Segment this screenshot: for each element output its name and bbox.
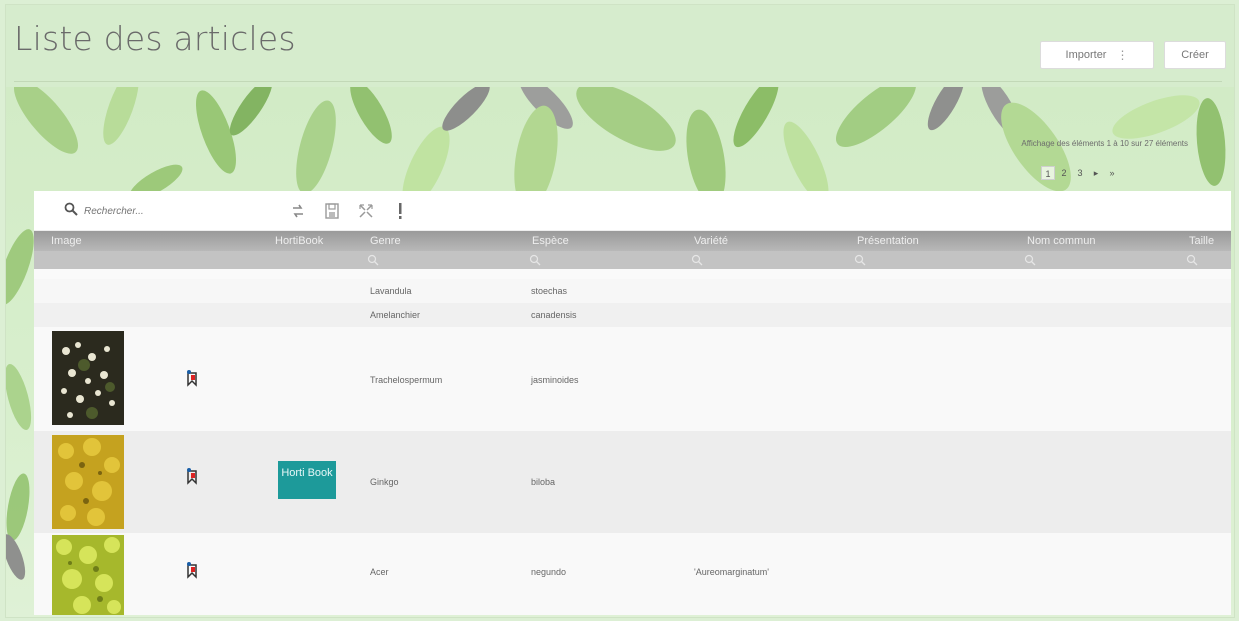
search-input[interactable]: [84, 205, 254, 217]
save-icon[interactable]: [323, 201, 341, 221]
table-row[interactable]: Horti Book Ginkgo biloba: [34, 431, 1231, 533]
column-taille[interactable]: Taille: [1186, 231, 1214, 251]
page-frame: Liste des articles Importer ⋮ Créer Affi…: [5, 4, 1235, 618]
column-espece[interactable]: Espèce: [529, 231, 569, 251]
cell-espece: jasminoides: [531, 375, 579, 385]
plant-thumbnail[interactable]: [52, 331, 124, 425]
page-title: Liste des articles: [14, 19, 296, 58]
cell-variete: 'Aureomarginatum': [694, 567, 769, 577]
page-3-button[interactable]: 3: [1073, 166, 1087, 180]
last-page-button[interactable]: »: [1105, 166, 1119, 180]
articles-table: Image HortiBook Genre Espèce Variété Pré…: [34, 191, 1231, 615]
plant-thumbnail[interactable]: [52, 535, 124, 615]
cell-espece: canadensis: [531, 310, 577, 320]
filter-search-icon[interactable]: [1024, 253, 1036, 266]
import-button[interactable]: Importer ⋮: [1040, 41, 1154, 69]
plant-thumbnail[interactable]: [52, 435, 124, 529]
hortibook-badge[interactable]: Horti Book: [278, 461, 336, 499]
table-row[interactable]: Lavandula stoechas: [34, 279, 1231, 303]
cell-genre: Acer: [370, 567, 389, 577]
column-genre[interactable]: Genre: [367, 231, 401, 251]
pagination-info: Affichage des éléments 1 à 10 sur 27 élé…: [1021, 139, 1188, 148]
more-options-icon[interactable]: [391, 201, 409, 221]
create-button[interactable]: Créer: [1164, 41, 1226, 69]
column-hortibook[interactable]: HortiBook: [272, 231, 323, 251]
table-header: Image HortiBook Genre Espèce Variété Pré…: [34, 231, 1231, 251]
filter-search-icon[interactable]: [691, 253, 703, 266]
title-divider: [14, 81, 1222, 82]
filter-search-icon[interactable]: [1186, 253, 1198, 266]
cell-genre: Lavandula: [370, 286, 412, 296]
table-row[interactable]: Acer negundo 'Aureomarginatum': [34, 533, 1231, 615]
search-box: [64, 201, 264, 221]
page-2-button[interactable]: 2: [1057, 166, 1071, 180]
expand-icon[interactable]: [357, 201, 375, 221]
cell-espece: biloba: [531, 477, 556, 487]
filter-search-icon[interactable]: [529, 253, 541, 266]
search-icon: [64, 202, 78, 221]
column-nom-commun[interactable]: Nom commun: [1024, 231, 1095, 251]
more-options-icon: ⋮: [1116, 48, 1129, 62]
filter-search-icon[interactable]: [367, 253, 379, 266]
column-presentation[interactable]: Présentation: [854, 231, 919, 251]
refresh-icon[interactable]: [289, 201, 307, 221]
filter-search-icon[interactable]: [854, 253, 866, 266]
bookmark-icon[interactable]: [184, 369, 200, 387]
import-label: Importer: [1065, 49, 1107, 61]
cell-espece: negundo: [531, 567, 567, 577]
table-row[interactable]: Amelanchier canadensis: [34, 303, 1231, 327]
table-toolbar: [34, 191, 1231, 231]
cell-genre: Trachelospermum: [370, 375, 443, 385]
toolbar-icons: [289, 201, 409, 221]
bookmark-icon[interactable]: [184, 467, 200, 485]
column-variete[interactable]: Variété: [691, 231, 728, 251]
column-image[interactable]: Image: [48, 231, 82, 251]
pagination: 1 2 3 ▸ »: [1041, 165, 1119, 181]
filter-row: [34, 251, 1231, 269]
cell-genre: Amelanchier: [370, 310, 421, 320]
create-label: Créer: [1181, 49, 1209, 61]
cell-genre: Ginkgo: [370, 477, 399, 487]
table-row[interactable]: Trachelospermum jasminoides: [34, 327, 1231, 431]
next-page-button[interactable]: ▸: [1089, 166, 1103, 180]
bookmark-icon[interactable]: [184, 561, 200, 579]
cell-espece: stoechas: [531, 286, 568, 296]
page-1-button[interactable]: 1: [1041, 166, 1055, 180]
hortibook-label: Horti Book: [281, 467, 333, 479]
